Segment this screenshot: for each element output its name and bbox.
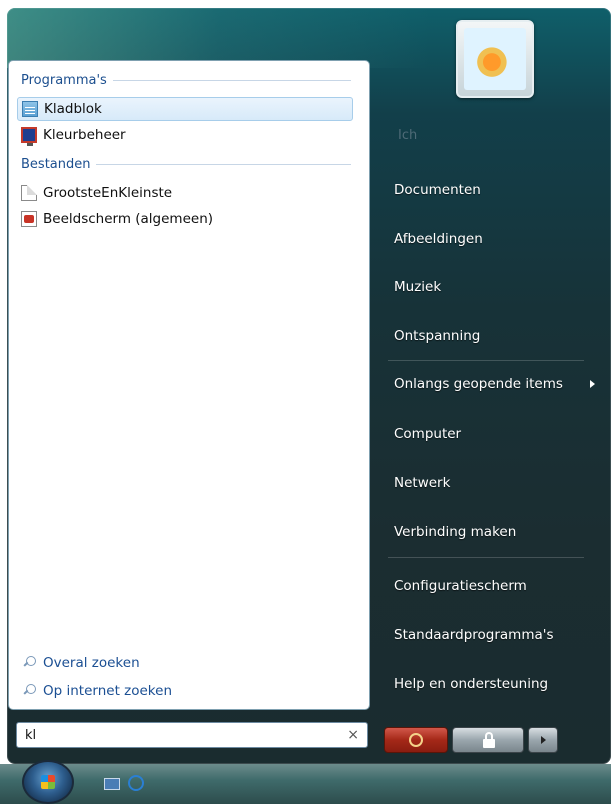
taskbar: [0, 764, 611, 804]
result-item-label: Beeldscherm (algemeen): [43, 211, 214, 227]
internet-explorer-icon[interactable]: [128, 775, 144, 791]
text-document-icon: [21, 185, 37, 201]
search-internet-link[interactable]: Op internet zoeken: [23, 683, 172, 699]
result-item-beeldscherm[interactable]: Beeldscherm (algemeen): [17, 207, 353, 231]
clear-search-icon[interactable]: ×: [347, 727, 359, 743]
menu-item-muziek[interactable]: Muziek: [394, 279, 594, 295]
result-item-label: GrootsteEnKleinste: [43, 185, 173, 201]
start-button[interactable]: [22, 760, 74, 804]
header-divider: [96, 164, 351, 165]
menu-item-computer[interactable]: Computer: [394, 426, 594, 442]
menu-item-recent-items[interactable]: Onlangs geopende items: [394, 376, 594, 392]
search-icon: [23, 684, 37, 698]
result-item-label: Kladblok: [44, 101, 102, 117]
user-avatar[interactable]: [456, 20, 534, 98]
result-item-kleurbeheer[interactable]: Kleurbeheer: [17, 123, 353, 147]
goldfish-picture-icon: [464, 28, 526, 90]
display-settings-icon: [21, 211, 37, 227]
menu-separator: [388, 557, 584, 558]
files-header-label: Bestanden: [21, 157, 91, 172]
submenu-arrow-icon: [590, 380, 595, 388]
power-button[interactable]: [384, 727, 448, 753]
result-item-kladblok[interactable]: Kladblok: [17, 97, 353, 121]
menu-item-netwerk[interactable]: Netwerk: [394, 475, 594, 491]
menu-item-help[interactable]: Help en ondersteuning: [394, 676, 594, 692]
shutdown-options-button[interactable]: [528, 727, 558, 753]
menu-item-documenten[interactable]: Documenten: [394, 182, 594, 198]
power-controls: [384, 726, 558, 754]
result-item-grootsteenkleinste[interactable]: GrootsteEnKleinste: [17, 181, 353, 205]
notepad-icon: [22, 101, 38, 117]
programs-section-header: Programma's: [21, 73, 351, 88]
search-icon: [23, 656, 37, 670]
start-search-box[interactable]: ×: [16, 722, 368, 748]
result-item-label: Kleurbeheer: [43, 127, 126, 143]
menu-item-standaardprogrammas[interactable]: Standaardprogramma's: [394, 627, 594, 643]
lock-button[interactable]: [452, 727, 524, 753]
menu-item-configuratiescherm[interactable]: Configuratiescherm: [394, 578, 594, 594]
search-input[interactable]: [25, 727, 348, 743]
show-desktop-icon[interactable]: [104, 778, 120, 790]
files-section-header: Bestanden: [21, 157, 351, 172]
programs-header-label: Programma's: [21, 73, 107, 88]
header-divider: [112, 80, 351, 81]
menu-item-verbinding-maken[interactable]: Verbinding maken: [394, 524, 594, 540]
menu-item-afbeeldingen[interactable]: Afbeeldingen: [394, 231, 594, 247]
username-label[interactable]: Ich: [398, 128, 417, 143]
search-link-label: Op internet zoeken: [43, 683, 173, 699]
search-everywhere-link[interactable]: Overal zoeken: [23, 655, 140, 671]
search-results-pane: Programma's Kladblok Kleurbeheer Bestand…: [8, 60, 370, 710]
search-link-label: Overal zoeken: [43, 655, 140, 671]
menu-separator: [388, 360, 584, 361]
menu-item-ontspanning[interactable]: Ontspanning: [394, 328, 594, 344]
color-management-icon: [21, 127, 37, 146]
